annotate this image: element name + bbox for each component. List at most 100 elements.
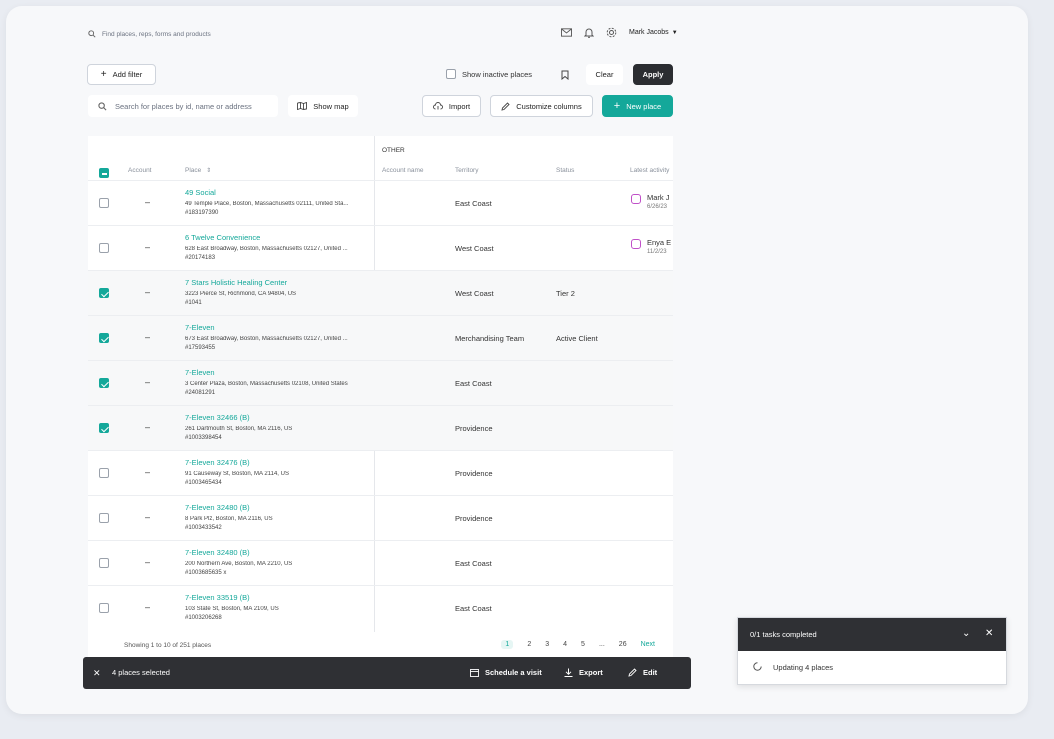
place-name-link[interactable]: 7-Eleven 32466 (B) [185, 413, 250, 422]
table-footer: Showing 1 to 10 of 251 places 1 2 3 4 5... 26… [88, 636, 673, 658]
customize-columns-label: Customize columns [516, 101, 582, 111]
selection-count: 4 places selected [112, 668, 170, 677]
place-name-link[interactable]: 7-Eleven 32480 (B) [185, 503, 250, 512]
place-name-link[interactable]: 49 Social [185, 188, 216, 197]
row-checkbox[interactable] [99, 423, 109, 433]
page-link[interactable]: 5 [581, 641, 585, 648]
group-header-other: OTHER [382, 147, 405, 154]
table-row[interactable]: – 7 Stars Holistic Healing Center 3223 Pie… [88, 270, 673, 315]
table-row[interactable]: – 6 Twelve Convenience 628 East Broadway, … [88, 225, 673, 270]
header-actions: Mark Jacobs ▼ [561, 27, 678, 38]
export-button[interactable]: Export [564, 668, 603, 677]
place-id: #1003206268 [185, 615, 222, 621]
page-link[interactable]: 3 [545, 641, 549, 648]
place-name-link[interactable]: 7-Eleven 32476 (B) [185, 458, 250, 467]
page-link[interactable]: 26 [619, 641, 627, 648]
place-name-link[interactable]: 7-Eleven 33519 (B) [185, 593, 250, 602]
select-all-checkbox[interactable] [99, 168, 109, 178]
place-id: #17593455 [185, 345, 216, 351]
column-header-account-name: Account name [382, 167, 424, 174]
place-address: 3 Center Plaza, Boston, Massachusetts 02… [185, 381, 348, 387]
table-row[interactable]: – 7-Eleven 32476 (B) 91 Causeway St, Bosto… [88, 450, 673, 495]
sort-icon[interactable]: ⇕ [206, 167, 211, 174]
place-id: #1041 [185, 300, 202, 306]
table-row[interactable]: – 7-Eleven 32480 (B) 8 Park Plz, Boston, M… [88, 495, 673, 540]
table-row[interactable]: – 7-Eleven 33519 (B) 103 State St, Boston,… [88, 585, 673, 630]
close-selection-button[interactable]: ✕ [93, 668, 101, 679]
places-table: OTHER Account Place ⇕ Account name Terri… [88, 136, 673, 658]
table-row[interactable]: – 49 Social 49 Temple Place, Boston, Massa… [88, 180, 673, 225]
page-link[interactable]: 1 [501, 640, 514, 649]
close-icon[interactable]: ✕ [985, 628, 993, 639]
calendar-icon [470, 669, 479, 677]
row-checkbox[interactable] [99, 468, 109, 478]
territory-value: Providence [455, 424, 493, 433]
apply-label: Apply [642, 70, 664, 79]
download-icon [564, 668, 573, 677]
mail-icon[interactable] [561, 28, 572, 37]
row-checkbox[interactable] [99, 243, 109, 253]
place-name-link[interactable]: 7-Eleven 32480 (B) [185, 548, 250, 557]
place-name-link[interactable]: 7-Eleven [185, 368, 215, 377]
latest-activity[interactable]: Mark J 6/26/23 [631, 193, 670, 210]
row-checkbox[interactable] [99, 378, 109, 388]
territory-value: East Coast [455, 604, 492, 613]
show-inactive-checkbox[interactable] [446, 69, 456, 79]
row-checkbox[interactable] [99, 513, 109, 523]
place-name-link[interactable]: 6 Twelve Convenience [185, 233, 260, 242]
table-row[interactable]: – 7-Eleven 32466 (B) 261 Dartmouth St, Bos… [88, 405, 673, 450]
column-header-account: Account [128, 167, 152, 174]
close-icon: ✕ [93, 668, 101, 678]
territory-value: East Coast [455, 379, 492, 388]
row-checkbox[interactable] [99, 288, 109, 298]
plus-icon: + [613, 100, 621, 112]
place-address: 628 East Broadway, Boston, Massachusetts… [185, 246, 348, 252]
place-address: 103 State St, Boston, MA 2109, US [185, 606, 279, 612]
user-menu[interactable]: Mark Jacobs ▼ [629, 29, 678, 36]
place-id: #1003465434 [185, 480, 222, 486]
row-checkbox[interactable] [99, 333, 109, 343]
place-name-link[interactable]: 7-Eleven [185, 323, 215, 332]
places-search-input[interactable]: Search for places by id, name or address [88, 95, 278, 117]
customize-columns-button[interactable]: Customize columns [490, 95, 593, 117]
page-link[interactable]: 4 [563, 641, 567, 648]
import-button[interactable]: Import [422, 95, 481, 117]
search-icon [98, 101, 107, 110]
territory-value: Providence [455, 514, 493, 523]
bookmark-button[interactable] [554, 64, 576, 85]
page-link[interactable]: 2 [527, 641, 531, 648]
schedule-visit-button[interactable]: Schedule a visit [470, 668, 542, 677]
add-filter-button[interactable]: + Add filter [87, 64, 156, 85]
place-address: 261 Dartmouth St, Boston, MA 2116, US [185, 426, 293, 432]
gear-icon[interactable] [606, 27, 617, 38]
activity-user: Enya E [647, 238, 672, 247]
latest-activity[interactable]: Enya E 11/2/23 [631, 238, 671, 255]
row-checkbox[interactable] [99, 603, 109, 613]
account-value: – [145, 557, 151, 567]
column-header-place[interactable]: Place ⇕ [185, 167, 211, 174]
apply-button[interactable]: Apply [633, 64, 673, 85]
table-row[interactable]: – 7-Eleven 3 Center Plaza, Boston, Massach… [88, 360, 673, 405]
pencil-icon [628, 668, 637, 677]
clear-button[interactable]: Clear [586, 64, 623, 85]
show-inactive-label: Show inactive places [462, 69, 533, 79]
bookmark-icon [561, 70, 569, 80]
next-page-link[interactable]: Next [641, 641, 655, 648]
edit-button[interactable]: Edit [628, 668, 657, 677]
column-header-territory: Territory [455, 167, 479, 174]
territory-value: West Coast [455, 289, 494, 298]
bell-icon[interactable] [584, 27, 594, 38]
table-row[interactable]: – 7-Eleven 32480 (B) 200 Northern Ave, Bos… [88, 540, 673, 585]
new-place-button[interactable]: + New place [602, 95, 673, 117]
show-map-button[interactable]: Show map [288, 95, 358, 117]
show-inactive-toggle[interactable]: Show inactive places [446, 69, 532, 79]
table-row[interactable]: – 7-Eleven 673 East Broadway, Boston, Mass… [88, 315, 673, 360]
row-checkbox[interactable] [99, 198, 109, 208]
chevron-down-icon[interactable]: ⌄ [962, 628, 970, 639]
place-name-link[interactable]: 7 Stars Holistic Healing Center [185, 278, 287, 287]
global-search[interactable]: Find places, reps, forms and products [88, 30, 211, 38]
territory-value: East Coast [455, 559, 492, 568]
row-checkbox[interactable] [99, 558, 109, 568]
account-value: – [145, 242, 151, 252]
account-value: – [145, 332, 151, 342]
